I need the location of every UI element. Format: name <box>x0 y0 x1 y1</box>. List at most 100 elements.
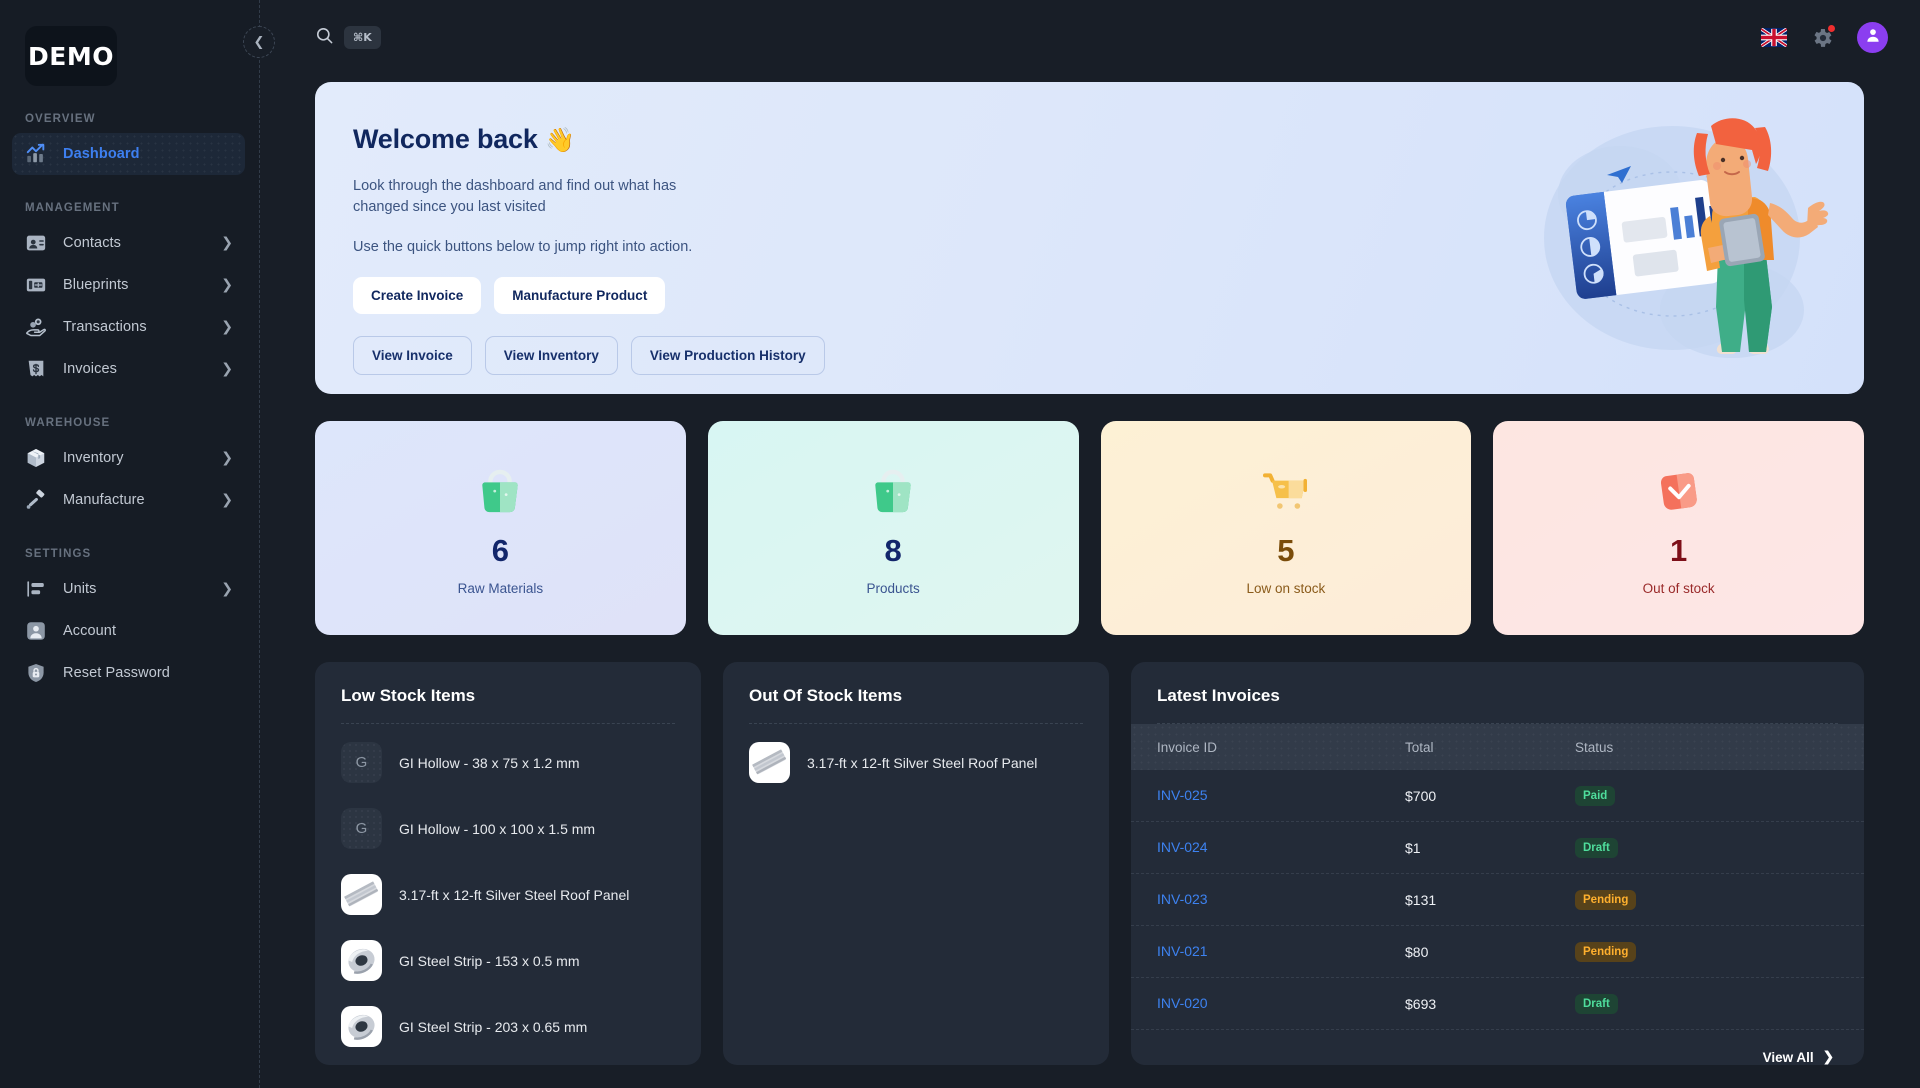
settings-button[interactable] <box>1810 26 1834 50</box>
cell-total: $1 <box>1405 840 1575 856</box>
search-icon <box>315 26 334 50</box>
table-row[interactable]: INV-023$131Pending <box>1131 874 1864 926</box>
steel-coil-icon <box>341 940 382 981</box>
sidebar-section-label-overview: OVERVIEW <box>25 113 259 125</box>
out-of-stock-list: 3.17-ft x 12-ft Silver Steel Roof Panel <box>749 735 1083 790</box>
dashboard-woman-illustration <box>1512 98 1842 378</box>
cell-invoice-id: INV-024 <box>1157 839 1405 857</box>
lock-shield-icon <box>25 662 47 684</box>
latest-invoices-panel: Latest Invoices Invoice ID Total Status … <box>1131 662 1864 1065</box>
sidebar-item-contacts[interactable]: Contacts❯ <box>12 222 245 264</box>
item-name: 3.17-ft x 12-ft Silver Steel Roof Panel <box>399 887 629 903</box>
sidebar-item-invoices[interactable]: Invoices❯ <box>12 348 245 390</box>
invoice-table-header: Invoice ID Total Status <box>1131 724 1864 770</box>
status-badge: Pending <box>1575 890 1636 910</box>
chevron-right-icon: ❯ <box>221 582 233 596</box>
sidebar-item-label: Reset Password <box>63 665 170 681</box>
manufacture-product-button[interactable]: Manufacture Product <box>494 277 665 314</box>
chevron-right-icon: ❯ <box>1823 1049 1834 1065</box>
user-square-icon <box>25 620 47 642</box>
topbar-actions <box>1761 22 1888 53</box>
item-name: GI Hollow - 100 x 100 x 1.5 mm <box>399 821 595 837</box>
chevron-right-icon: ❯ <box>221 278 233 292</box>
sidebar-item-label: Blueprints <box>63 277 128 293</box>
stat-label: Low on stock <box>1246 581 1325 596</box>
sidebar-item-label: Manufacture <box>63 492 145 508</box>
item-name: GI Steel Strip - 203 x 0.65 mm <box>399 1019 587 1035</box>
item-name: GI Hollow - 38 x 75 x 1.2 mm <box>399 755 580 771</box>
view-all-invoices-button[interactable]: View All ❯ <box>1131 1030 1864 1065</box>
sidebar-item-label: Transactions <box>63 319 147 335</box>
sidebar-item-account[interactable]: Account <box>12 610 245 652</box>
column-header-invoice-id: Invoice ID <box>1157 740 1405 755</box>
uk-flag-icon[interactable] <box>1761 28 1787 47</box>
dashboard-content: Welcome back 👋 Look through the dashboar… <box>259 75 1920 1065</box>
cell-total: $80 <box>1405 944 1575 960</box>
table-row[interactable]: INV-020 $693Draft <box>1131 978 1864 1030</box>
sidebar-item-blueprints[interactable]: Blueprints ❯ <box>12 264 245 306</box>
panels-row: Low Stock Items GGI Hollow - 38 x 75 x 1… <box>315 662 1864 1065</box>
green-bag-icon <box>472 461 528 523</box>
sidebar: DEMO OVERVIEWDashboardMANAGEMENTContacts… <box>0 0 259 1088</box>
invoice-id-link[interactable]: INV-025 <box>1157 787 1208 803</box>
table-row[interactable]: INV-021$80Pending <box>1131 926 1864 978</box>
sidebar-collapse-button[interactable]: ❮ <box>243 26 275 58</box>
welcome-title-text: Welcome back <box>353 124 538 154</box>
sidebar-item-transactions[interactable]: Transactions❯ <box>12 306 245 348</box>
stat-value: 5 <box>1277 533 1294 569</box>
table-row[interactable]: INV-024 $1Draft <box>1131 822 1864 874</box>
list-item[interactable]: 3.17-ft x 12-ft Silver Steel Roof Panel <box>341 867 675 922</box>
green-bag-icon <box>865 461 921 523</box>
invoice-id-link[interactable]: INV-020 <box>1157 995 1208 1011</box>
sidebar-item-label: Invoices <box>63 361 117 377</box>
sidebar-item-label: Units <box>63 581 97 597</box>
stat-card-products[interactable]: 8Products <box>708 421 1079 635</box>
stat-card-raw-materials[interactable]: 6Raw Materials <box>315 421 686 635</box>
sidebar-item-reset-password[interactable]: Reset Password <box>12 652 245 694</box>
out-of-stock-panel: Out Of Stock Items 3.17-ft x 12-ft Silve… <box>723 662 1109 1065</box>
list-item[interactable]: 3.17-ft x 12-ft Silver Steel Roof Panel <box>749 735 1083 790</box>
sidebar-item-units[interactable]: Units ❯ <box>12 568 245 610</box>
invoice-id-link[interactable]: INV-024 <box>1157 839 1208 855</box>
panel-divider <box>749 723 1083 724</box>
item-letter-thumbnail: G <box>341 808 382 849</box>
view-invoice-button[interactable]: View Invoice <box>353 336 472 375</box>
cell-status: Draft <box>1575 994 1838 1014</box>
cell-invoice-id: INV-025 <box>1157 787 1405 805</box>
sidebar-item-inventory[interactable]: Inventory❯ <box>12 437 245 479</box>
user-avatar[interactable] <box>1857 22 1888 53</box>
cell-total: $693 <box>1405 996 1575 1012</box>
list-item[interactable]: GI Steel Strip - 203 x 0.65 mm <box>341 999 675 1054</box>
chevron-right-icon: ❯ <box>221 236 233 250</box>
notification-dot <box>1827 24 1836 33</box>
app-logo[interactable]: DEMO <box>25 26 117 86</box>
list-item[interactable]: GGI Hollow - 38 x 75 x 1.2 mm <box>341 735 675 790</box>
topbar: ⌘K <box>259 0 1920 75</box>
low-stock-panel: Low Stock Items GGI Hollow - 38 x 75 x 1… <box>315 662 701 1065</box>
stat-card-low-on-stock[interactable]: 5 Low on stock <box>1101 421 1472 635</box>
search-button[interactable]: ⌘K <box>315 26 381 50</box>
panel-divider <box>341 723 675 724</box>
cell-total: $700 <box>1405 788 1575 804</box>
table-row[interactable]: INV-025$700Paid <box>1131 770 1864 822</box>
chart-growth-icon <box>25 143 47 165</box>
sidebar-item-manufacture[interactable]: Manufacture❯ <box>12 479 245 521</box>
sidebar-divider <box>259 0 260 1088</box>
invoice-id-link[interactable]: INV-023 <box>1157 891 1208 907</box>
list-item[interactable]: GI Steel Strip - 153 x 0.5 mm <box>341 933 675 988</box>
view-production-history-button[interactable]: View Production History <box>631 336 825 375</box>
stat-card-out-of-stock[interactable]: 1Out of stock <box>1493 421 1864 635</box>
roof-panel-icon <box>341 874 382 915</box>
cell-invoice-id: INV-021 <box>1157 943 1405 961</box>
welcome-paragraph-1: Look through the dashboard and find out … <box>353 176 683 218</box>
receipt-dollar-icon <box>25 358 47 380</box>
status-badge: Draft <box>1575 838 1618 858</box>
sidebar-item-dashboard[interactable]: Dashboard <box>12 133 245 175</box>
status-badge: Draft <box>1575 994 1618 1014</box>
sidebar-nav: OVERVIEWDashboardMANAGEMENTContacts❯Blue… <box>0 113 259 694</box>
invoice-id-link[interactable]: INV-021 <box>1157 943 1208 959</box>
view-inventory-button[interactable]: View Inventory <box>485 336 618 375</box>
column-header-status: Status <box>1575 740 1838 755</box>
list-item[interactable]: G GI Hollow - 100 x 100 x 1.5 mm <box>341 801 675 856</box>
create-invoice-button[interactable]: Create Invoice <box>353 277 481 314</box>
